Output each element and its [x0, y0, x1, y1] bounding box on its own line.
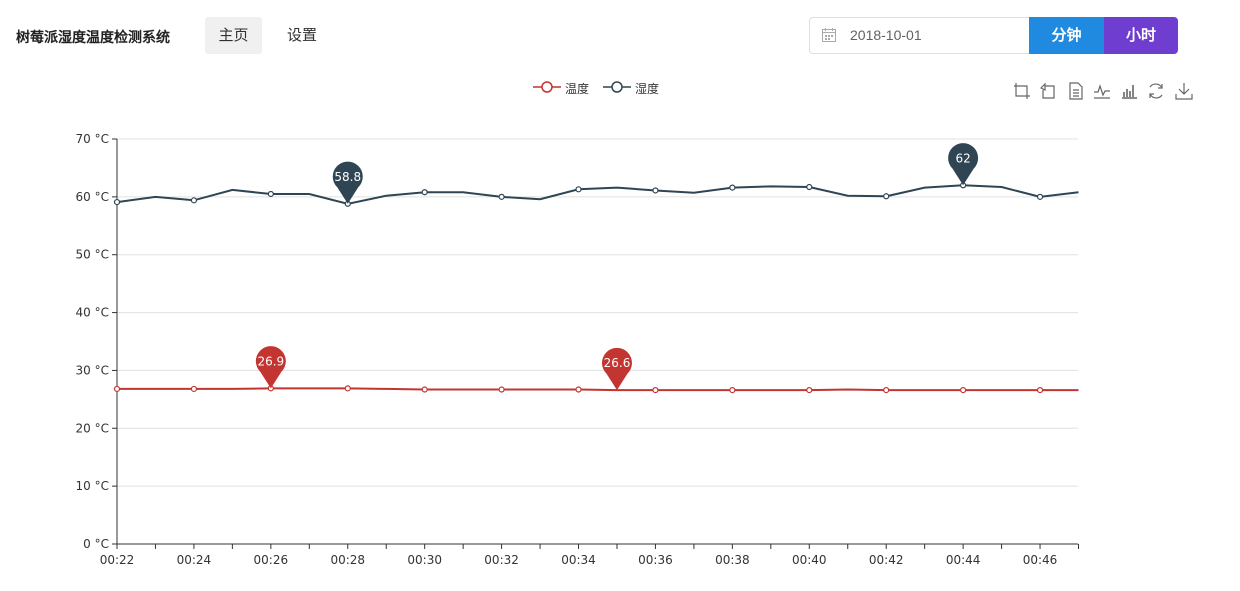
y-tick-label: 40 °C — [76, 306, 109, 320]
data-point — [1036, 193, 1044, 200]
data-point — [190, 385, 198, 393]
data-point — [498, 193, 505, 200]
data-point — [190, 197, 198, 204]
data-point — [883, 387, 890, 394]
y-tick-label: 0 °C — [83, 537, 109, 551]
data-point — [729, 387, 736, 394]
data-point — [113, 385, 121, 393]
data-point — [498, 386, 505, 393]
data-point — [652, 187, 659, 194]
data-point — [575, 386, 582, 393]
x-tick-label: 00:24 — [177, 553, 212, 567]
x-tick-label: 00:30 — [407, 553, 442, 567]
data-point — [1036, 387, 1044, 394]
y-tick-label: 60 °C — [76, 190, 109, 204]
data-point — [960, 387, 967, 394]
date-picker[interactable]: 2018-10-01 — [809, 17, 1030, 54]
x-tick-label: 00:38 — [715, 553, 750, 567]
date-value: 2018-10-01 — [850, 27, 922, 43]
x-tick-label: 00:34 — [561, 553, 596, 567]
x-tick-label: 00:42 — [869, 553, 904, 567]
series-line-0 — [117, 387, 1079, 392]
data-point — [806, 183, 813, 191]
data-point — [344, 385, 351, 392]
legend-humidity-label: 湿度 — [635, 82, 660, 96]
marker-label: 26.6 — [604, 356, 631, 370]
data-point — [806, 387, 813, 394]
restore-icon[interactable] — [1147, 82, 1165, 100]
nav-home[interactable]: 主页 — [205, 17, 262, 54]
y-tick-label: 10 °C — [76, 479, 109, 493]
save-image-icon[interactable] — [1175, 82, 1193, 100]
line-chart-icon[interactable] — [1093, 82, 1111, 100]
marker-label: 58.8 — [334, 170, 361, 184]
x-tick-label: 00:28 — [330, 553, 365, 567]
humidity-legend-icon — [603, 81, 631, 93]
bar-chart-icon[interactable] — [1120, 82, 1138, 100]
x-tick-label: 00:46 — [1023, 553, 1058, 567]
app-title: 树莓派湿度温度检测系统 — [16, 30, 170, 46]
data-point — [652, 387, 659, 394]
data-view-icon[interactable] — [1067, 82, 1085, 100]
x-tick-label: 00:40 — [792, 553, 827, 567]
hour-button[interactable]: 小时 — [1104, 17, 1178, 54]
x-tick-label: 00:26 — [254, 553, 289, 567]
series-line-1 — [116, 184, 1079, 205]
x-tick-label: 00:36 — [638, 553, 673, 567]
x-tick-label: 00:22 — [100, 553, 135, 567]
marker-label: 62 — [955, 151, 970, 165]
calendar-icon — [822, 28, 836, 42]
zoom-icon[interactable] — [1013, 82, 1031, 100]
y-tick-label: 70 °C — [76, 132, 109, 146]
y-tick-label: 30 °C — [76, 363, 109, 377]
y-tick-label: 50 °C — [76, 248, 109, 262]
zoom-reset-icon[interactable] — [1040, 82, 1058, 100]
minute-button[interactable]: 分钟 — [1029, 17, 1104, 54]
temperature-legend-icon — [533, 81, 561, 93]
data-point — [421, 189, 428, 196]
data-point — [113, 198, 121, 206]
nav-settings[interactable]: 设置 — [272, 17, 332, 54]
y-tick-label: 20 °C — [76, 421, 109, 435]
data-point — [883, 193, 890, 200]
x-tick-label: 00:32 — [484, 553, 519, 567]
line-chart: 0 °C 10 °C 20 °C 30 °C 40 °C 50 °C 60 °C 70 °C 0… — [76, 132, 1079, 567]
top-navbar: 树莓派湿度温度检测系统 主页 设置 2018-10-01 分钟 小时 — [0, 0, 1240, 72]
marker-label: 26.9 — [257, 354, 284, 368]
data-point — [729, 184, 736, 191]
legend-temperature-label: 温度 — [565, 82, 590, 96]
data-point — [575, 186, 582, 193]
data-point — [421, 386, 428, 393]
x-tick-label: 00:44 — [946, 553, 981, 567]
data-point — [267, 190, 274, 198]
